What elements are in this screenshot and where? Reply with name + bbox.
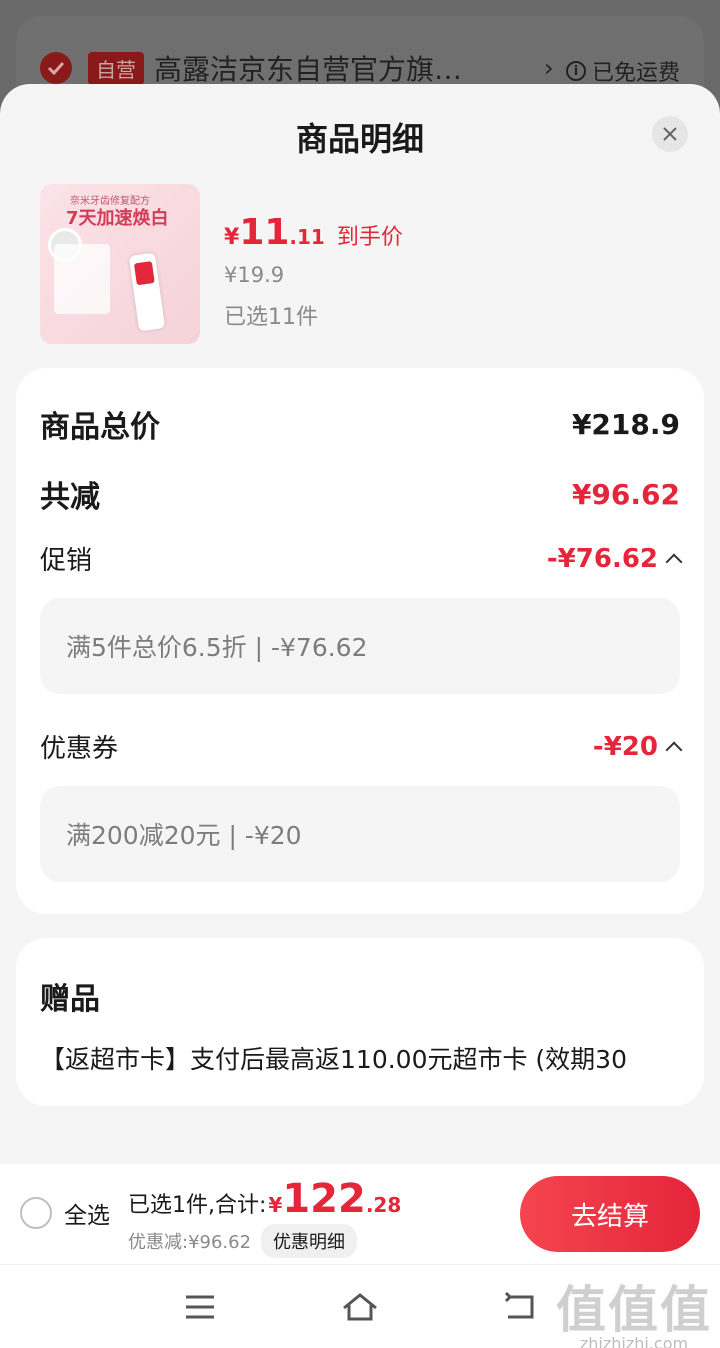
promotion-detail: 满5件总价6.5折 | -¥76.62 xyxy=(40,598,680,694)
total-price-label: 商品总价 xyxy=(40,410,160,445)
promotion-value: -¥76.62 xyxy=(546,543,658,574)
product-tube xyxy=(128,252,166,332)
total-symbol: ¥ xyxy=(268,1193,283,1217)
close-button[interactable] xyxy=(652,116,688,152)
promotion-value-wrap: -¥76.62 xyxy=(546,543,683,574)
close-icon xyxy=(663,127,677,141)
total-integer: 122 xyxy=(282,1176,366,1222)
price-symbol: ¥ xyxy=(224,225,240,250)
total-reduction-label: 共减 xyxy=(40,480,100,515)
home-icon[interactable] xyxy=(340,1287,380,1327)
coupon-detail: 满200减20元 | -¥20 xyxy=(40,786,680,882)
coupon-label: 优惠券 xyxy=(40,734,119,764)
product-image-caption: 7天加速焕白 xyxy=(66,208,169,229)
product-image[interactable]: 奈米牙齿修复配方 7天加速焕白 xyxy=(40,184,200,344)
store-check-icon[interactable] xyxy=(40,52,72,84)
store-name[interactable]: 高露洁京东自营官方旗… xyxy=(154,48,514,88)
back-icon[interactable] xyxy=(500,1287,540,1327)
sheet-title: 商品明细 xyxy=(295,120,424,158)
product-detail-sheet: 商品明细 奈米牙齿修复配方 7天加速焕白 ¥ 11 .11 到手价 ¥19.9 … xyxy=(0,84,720,1348)
total-summary: 已选1件,合计: ¥ 122 .28 优惠减:¥96.62 优惠明细 xyxy=(128,1176,401,1258)
select-all-radio[interactable] xyxy=(20,1197,52,1229)
coupon-row[interactable]: 优惠券 -¥20 xyxy=(40,728,683,765)
total-label: 已选1件,合计: xyxy=(128,1193,267,1218)
shipping-info[interactable]: i 已免运费 xyxy=(565,55,680,87)
gift-title: 赠品 xyxy=(40,982,100,1017)
checkout-button[interactable]: 去结算 xyxy=(520,1176,700,1252)
select-all[interactable]: 全选 xyxy=(20,1196,110,1230)
selected-quantity: 已选11件 xyxy=(224,305,318,330)
chevron-up-icon[interactable] xyxy=(665,741,683,758)
coupon-value-wrap: -¥20 xyxy=(592,731,683,762)
watermark: 值值值 zhizhizhi.com xyxy=(556,1270,712,1348)
info-icon: i xyxy=(565,61,586,81)
shipping-label: 已免运费 xyxy=(591,61,680,86)
price-tag: 到手价 xyxy=(336,225,403,250)
discount-text: 优惠减:¥96.62 xyxy=(128,1232,252,1253)
total-decimal: .28 xyxy=(365,1193,402,1217)
discount-line: 优惠减:¥96.62 优惠明细 xyxy=(128,1224,401,1258)
menu-icon[interactable] xyxy=(180,1287,220,1327)
product-box xyxy=(54,244,110,314)
promotion-row[interactable]: 促销 -¥76.62 xyxy=(40,540,683,577)
self-operated-tag: 自营 xyxy=(88,51,144,85)
final-price: ¥ 11 .11 到手价 xyxy=(224,212,403,253)
store-row: 自营 高露洁京东自营官方旗… › xyxy=(40,48,554,88)
product-summary: 奈米牙齿修复配方 7天加速焕白 ¥ 11 .11 到手价 ¥19.9 已选11件 xyxy=(40,184,403,344)
original-price: ¥19.9 xyxy=(224,263,285,287)
chevron-up-icon[interactable] xyxy=(665,553,683,570)
total-reduction-row: 共减 ¥96.62 xyxy=(40,472,680,516)
discount-detail-button[interactable]: 优惠明细 xyxy=(261,1224,358,1258)
total-price-value: ¥218.9 xyxy=(571,407,680,441)
promotion-label: 促销 xyxy=(40,546,93,576)
gift-card: 赠品 【返超市卡】支付后最高返110.00元超市卡 (效期30 xyxy=(16,938,704,1106)
chevron-right-icon[interactable]: › xyxy=(544,54,554,82)
cart-bottom-bar: 全选 已选1件,合计: ¥ 122 .28 优惠减:¥96.62 优惠明细 去结… xyxy=(0,1164,720,1264)
gift-description: 【返超市卡】支付后最高返110.00元超市卡 (效期30 xyxy=(40,1045,627,1074)
price-decimal: .11 xyxy=(289,225,325,249)
product-info: ¥ 11 .11 到手价 ¥19.9 已选11件 xyxy=(224,184,403,344)
total-line: 已选1件,合计: ¥ 122 .28 xyxy=(128,1176,401,1222)
select-all-label: 全选 xyxy=(64,1203,110,1229)
coupon-value: -¥20 xyxy=(592,731,658,762)
total-price-row: 商品总价 ¥218.9 xyxy=(40,402,680,446)
price-integer: 11 xyxy=(239,212,290,253)
total-reduction-value: ¥96.62 xyxy=(571,477,680,511)
watermark-logo: 值值值 xyxy=(556,1281,712,1339)
price-breakdown-card: 商品总价 ¥218.9 共减 ¥96.62 促销 -¥76.62 满5件总价6.… xyxy=(16,368,704,914)
